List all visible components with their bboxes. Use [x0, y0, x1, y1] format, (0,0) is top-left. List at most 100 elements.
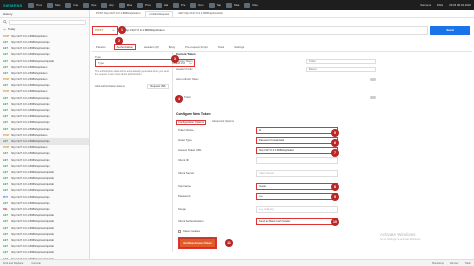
tab-pre-request-script[interactable]: Pre-request Script [183, 45, 210, 49]
url-input[interactable]: http://127.0.0.1:8080/api/token [120, 25, 428, 35]
auto-refresh-toggle[interactable] [370, 78, 376, 81]
password-input[interactable]: •••• [256, 193, 338, 200]
username-input[interactable]: Guest [256, 183, 338, 190]
app-label: Msa [126, 3, 133, 7]
field-label: Client Secret [178, 171, 195, 175]
history-method: GET [3, 220, 8, 224]
history-method: GET [3, 189, 8, 193]
taskbar-app[interactable]: Hal [155, 2, 168, 8]
taskbar-app[interactable]: Msa [118, 2, 133, 8]
header-prefix-input[interactable]: Bearer [306, 67, 376, 72]
app-label: Pre [181, 3, 186, 7]
tray-language[interactable]: ENG [437, 3, 443, 7]
app-icon [137, 2, 144, 8]
taskbar-app[interactable]: Msa [226, 2, 239, 8]
tab-params[interactable]: Params [94, 45, 108, 49]
taskbar-app[interactable]: Prov [137, 2, 151, 8]
step-badge: 6 [331, 139, 339, 147]
history-method: GET [3, 121, 8, 125]
history-method: POST [3, 90, 10, 94]
history-method: GET [3, 245, 8, 249]
request-tab[interactable]: Untitled Request [145, 10, 174, 17]
history-url: http://127.0.0.1:8080/api/token [11, 90, 48, 94]
header-prefix-row: Header Prefix Bearer [176, 66, 376, 73]
method-value: POST [95, 28, 104, 32]
tray-label: Siemens [420, 3, 432, 7]
app-icon [190, 2, 197, 8]
history-url: http://127.0.0.1:8080/api/rest/qtx [11, 195, 50, 199]
field-value: Password Credentials [259, 139, 285, 142]
field-value: Send as Basic Auth header [259, 220, 291, 223]
scope-input[interactable]: e.g. read:org [256, 206, 338, 213]
history-method: GET [3, 251, 8, 255]
app-label: Msa [252, 3, 258, 7]
history-url: http://127.0.0.1:8080/api/rest/qtx/tab [11, 238, 55, 242]
add-auth-select[interactable]: Request URL [147, 84, 169, 89]
tab-advanced-options[interactable]: Advanced Options [212, 120, 234, 125]
share-token-toggle[interactable] [370, 96, 376, 99]
field-value: e.g. read:org [259, 208, 274, 211]
trash-link[interactable]: Trash [464, 262, 471, 265]
client-id-input[interactable] [256, 157, 338, 164]
get-token-label: Get New Access Token [183, 241, 212, 245]
history-method: GET [3, 152, 8, 156]
console-link[interactable]: Console [31, 262, 41, 265]
history-url: http://127.0.0.1:8080/api/rest/qtx [11, 96, 50, 100]
send-button[interactable]: Send [430, 25, 470, 35]
history-method: GET [3, 40, 8, 44]
taskbar-app[interactable]: Ope [83, 2, 97, 8]
taskbar-app[interactable]: Tap [208, 2, 221, 8]
access-token-url-input[interactable]: http://127.0.0.1:8080/api/token [256, 147, 338, 154]
tab-authorization[interactable]: Authorization [113, 44, 136, 50]
history-method: GET [3, 226, 8, 230]
request-tab[interactable]: POST http://127.0.0.1:8080/api/token [93, 11, 143, 17]
tab-tests[interactable]: Tests [216, 45, 227, 49]
clear-cookies-checkbox[interactable] [178, 229, 181, 233]
history-url: http://127.0.0.1:8080/api/rest/qtx [11, 158, 50, 162]
history-method: GET [3, 232, 8, 236]
taskbar-app[interactable]: Inte [65, 2, 78, 8]
taskbar-app[interactable]: Mes [47, 2, 60, 8]
taskbar-app[interactable]: Msa [244, 2, 258, 8]
runner-link[interactable]: Runner [450, 262, 459, 265]
app-icon [173, 2, 180, 8]
current-token-section: Current Token [176, 52, 376, 56]
app-label: Prov [145, 3, 151, 7]
history-url: http://127.0.0.1:8080/api/rest/qtx [11, 164, 50, 168]
tab-configuration-options[interactable]: Configuration Options [176, 120, 206, 125]
grant-type-input[interactable]: Password Credentials [256, 137, 338, 144]
history-search-input[interactable] [9, 19, 86, 25]
history-url: http://127.0.0.1:8080/api/rest/qtx/tab [11, 226, 55, 230]
sidebar-title: History [3, 11, 13, 16]
taskbar-app[interactable]: Pre [173, 2, 186, 8]
taskbar-app[interactable]: Prov [28, 2, 42, 8]
history-url: http://127.0.0.1:8080/api/token [11, 65, 48, 69]
method-select[interactable]: POST [92, 25, 118, 35]
history-url: http://127.0.0.1:8080/api/token [11, 78, 48, 82]
clear-cookies-row[interactable]: Clear cookies [178, 229, 200, 233]
app-icon [244, 2, 251, 8]
step-badge: 8 [331, 183, 339, 191]
token-name-input[interactable]: tk [256, 127, 338, 134]
bootcamp-link[interactable]: Bootcamp [432, 262, 444, 265]
client-secret-input[interactable]: Client Secret [256, 170, 338, 177]
get-new-access-token-button[interactable]: Get New Access Token [179, 238, 216, 248]
configure-subtabs: Configuration Options Advanced Options [176, 120, 234, 125]
field-label: Scope [178, 207, 186, 211]
client-authentication-input[interactable]: Send as Basic Auth header [256, 218, 338, 225]
taskbar: SIEMENS Prov Mes Inte Ope Erp Msa Prov Hal Pre Re… [0, 0, 474, 10]
windows-watermark: Activate Windows Go to Settings to activ… [380, 232, 421, 242]
history-url: http://127.0.0.1:8080/api/rest/qtx/tab [11, 170, 55, 174]
access-token-select[interactable]: Token [306, 59, 376, 64]
tab-headers[interactable]: Headers (8) [142, 45, 161, 49]
history-method: GET [3, 238, 8, 242]
app-label: Ope [91, 3, 97, 7]
find-replace-link[interactable]: Find and Replace [3, 262, 23, 265]
history-method: GET [3, 115, 8, 119]
tab-body[interactable]: Body [167, 45, 177, 49]
taskbar-tray: Siemens ENG 09:26 08.04.2022 [420, 3, 471, 7]
request-tab[interactable]: GET http://127.0.0.1:8080/api/rest/qtx [175, 11, 226, 17]
taskbar-app[interactable]: Erp [101, 2, 114, 8]
tab-settings[interactable]: Settings [232, 45, 246, 49]
taskbar-app[interactable]: Ren [190, 2, 204, 8]
